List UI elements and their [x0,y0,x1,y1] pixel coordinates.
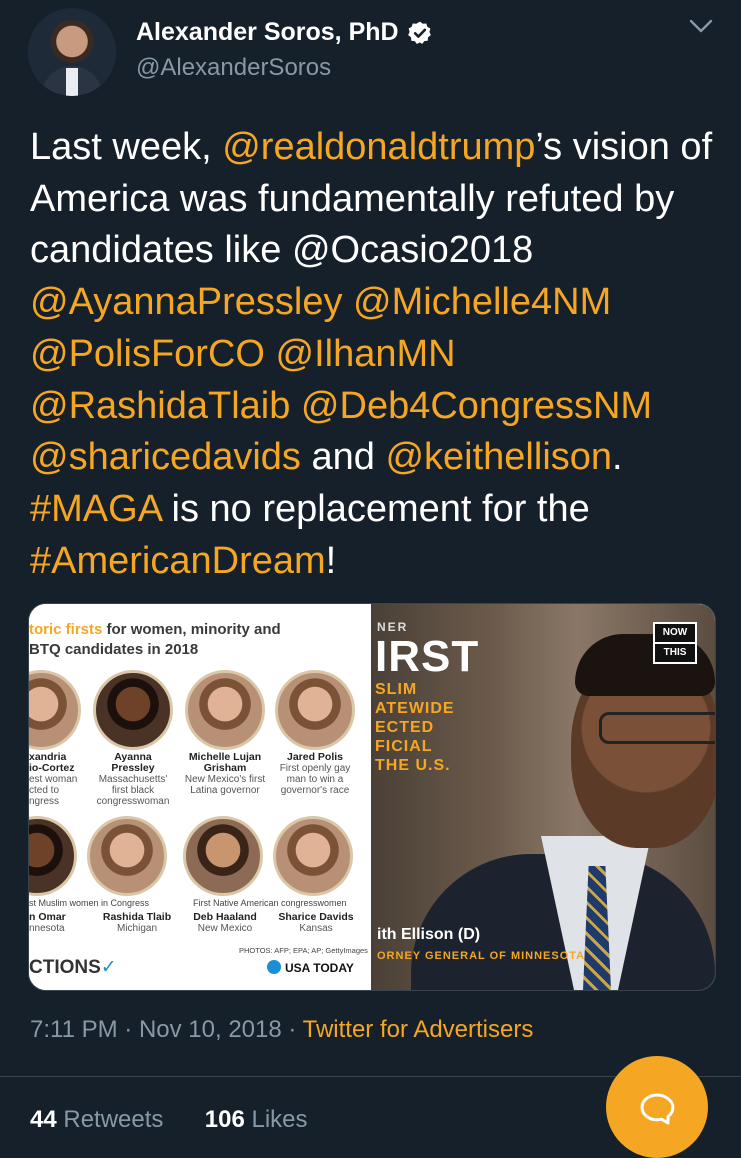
tweet-date[interactable]: Nov 10, 2018 [139,1016,282,1043]
tweet-text-segment: is no replacement for the [160,487,590,530]
tweet-text-segment: ! [325,539,337,582]
author-name[interactable]: Alexander Soros, PhD [136,18,399,47]
person-caption: Ayanna Pressley Massachusetts' first blac… [96,751,170,808]
tweet-link[interactable]: @Deb4CongressNM [301,385,652,427]
photo-name-caption: ith Ellison (D) [377,926,481,943]
tweet-link[interactable]: #MAGA [30,488,161,530]
group-label: First Native American congresswomen [193,898,347,908]
nowthis-logo: NOW THIS [653,622,697,664]
tweet-link[interactable]: @realdonaldtrump [222,126,535,168]
person-caption: Rashida Tlaib Michigan [102,911,172,935]
person-caption: Michelle Lujan Grisham New Mexico's first… [184,751,266,797]
tweet-text-segment [342,281,353,323]
tweet-link[interactable]: @IlhanMN [276,333,456,375]
author-name-row[interactable]: Alexander Soros, PhD [136,18,433,47]
tweet-link[interactable]: @sharicedavids [30,436,301,478]
group-label: st Muslim women in Congress [29,898,150,908]
person-caption: Sharice Davids Kansas [278,911,354,935]
tweet-link[interactable]: @PolisForCO [30,333,265,375]
usa-today-logo: USA TODAY [267,960,354,975]
tweet-link[interactable]: @keithellison [385,436,612,478]
portrait [275,670,355,750]
author-avatar[interactable] [28,8,116,96]
verified-badge-icon [407,21,431,44]
tweet-time: 7:11 PM [30,1016,118,1043]
chevron-down-icon[interactable] [688,16,714,36]
portrait [93,670,173,750]
portrait [185,670,265,750]
engagement-counts: 44 Retweets 106 Likes [30,1106,308,1134]
tweet-media[interactable]: toric firsts for women, minority and BTQ… [28,603,716,991]
media-photo[interactable]: NER IRST SLIM ATEWIDE ECTED FICIAL THE U… [371,604,715,990]
tweet-text-segment: and [300,436,386,479]
portrait [87,816,167,896]
photo-title-caption: ORNEY GENERAL OF MINNESOTA [377,950,586,962]
tweet-text-segment [265,333,276,375]
tweet-link[interactable]: @AyannaPressley [30,281,342,323]
tweet-link[interactable]: #AmericanDream [30,540,326,582]
photo-credit: PHOTOS: AFP; EPA; AP; GettyImages [239,946,368,955]
portrait [273,816,353,896]
reply-bubble-icon [640,1093,675,1125]
likes-count[interactable]: 106 Likes [205,1106,308,1133]
infographic-footer-left: CTIONS✓ [29,957,117,978]
person-caption: Deb Haaland New Mexico [193,911,257,935]
tweet-metadata: 7:11 PM · Nov 10, 2018 · Twitter for Adv… [30,1016,534,1043]
person-caption: xandria io-Cortez est woman cted to ngres… [29,751,78,808]
photo-glasses [599,712,715,744]
person-caption: Jared Polis First openly gay man to win a… [279,751,351,797]
tweet-text: Last week, @realdonaldtrump’s vision of … [30,122,720,587]
tweet-source-link[interactable]: Twitter for Advertisers [303,1016,534,1043]
tweet-text-segment: Last week, [30,126,223,168]
reply-fab-button[interactable] [606,1056,708,1158]
tweet-text-segment [290,385,301,427]
tweet-text-segment: @Ocasio2018 [291,229,534,272]
portrait [29,670,81,750]
portrait [183,816,263,896]
portrait [29,816,77,896]
tweet-link[interactable]: @RashidaTlaib [30,385,290,427]
author-handle[interactable]: @AlexanderSoros [136,54,331,82]
media-infographic[interactable]: toric firsts for women, minority and BTQ… [29,604,371,990]
person-caption: n Omar nnesota [29,911,66,935]
photo-subheadline: SLIM ATEWIDE ECTED FICIAL THE U.S. [375,681,455,774]
retweets-count[interactable]: 44 Retweets [30,1106,163,1133]
tweet-text-segment: . [612,436,623,479]
avatar-shirt [66,68,78,96]
infographic-heading: toric firsts for women, minority and BTQ… [29,621,281,658]
photo-headline: IRST [375,632,480,681]
tweet-link[interactable]: @Michelle4NM [353,281,611,323]
